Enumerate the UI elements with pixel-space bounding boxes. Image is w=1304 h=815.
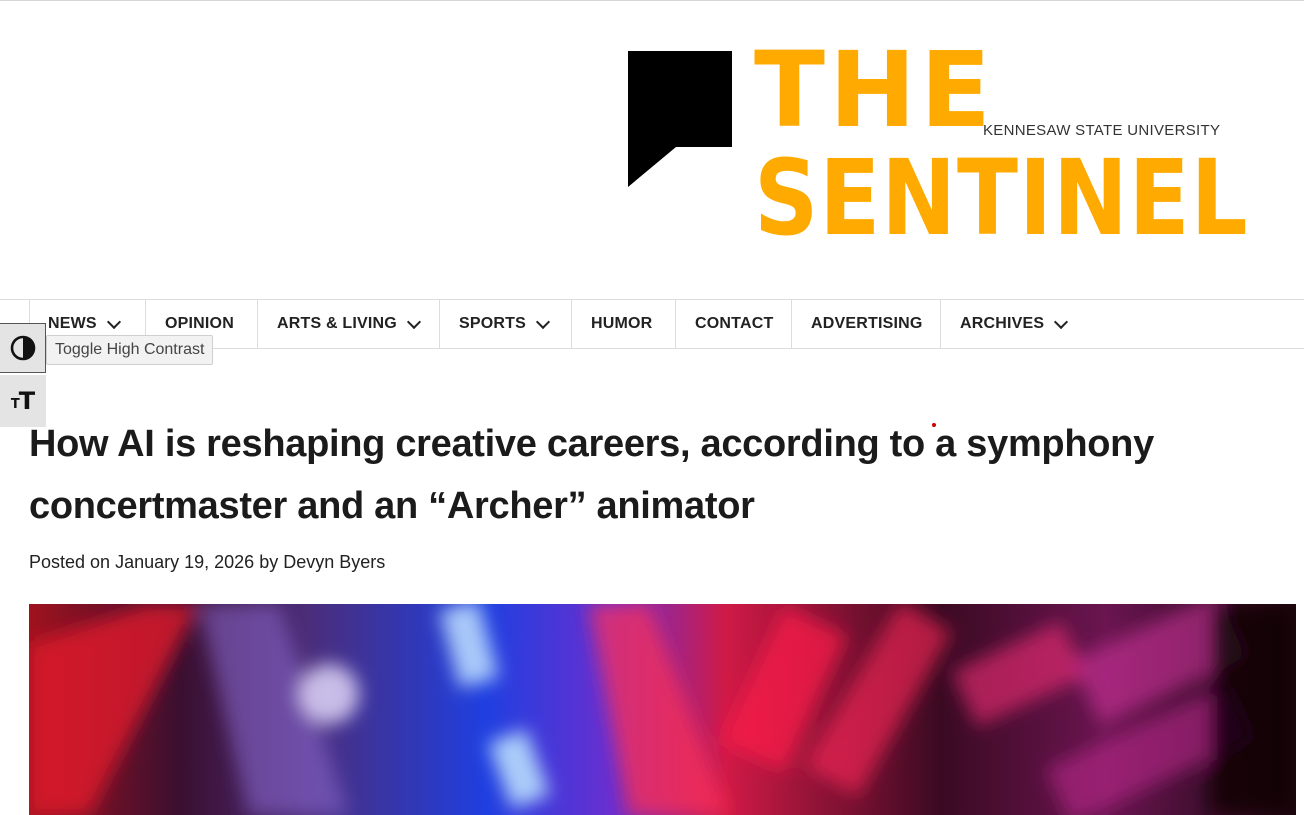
nav-item-label: SPORTS — [459, 315, 526, 332]
author-link[interactable]: Devyn Byers — [283, 552, 385, 572]
nav-item-label: ARCHIVES — [960, 315, 1045, 332]
cursor-marker — [932, 423, 936, 427]
nav-item-label: ARTS & LIVING — [277, 315, 397, 332]
nav-item-arts-living[interactable]: ARTS & LIVING — [258, 300, 440, 348]
high-contrast-tooltip: Toggle High Contrast — [46, 335, 214, 365]
speech-bubble-icon — [628, 51, 732, 187]
logo-word-the: THE — [754, 29, 996, 151]
page: THE KENNESAW STATE UNIVERSITY SENTINEL N… — [0, 0, 1304, 815]
nav-item-archives[interactable]: ARCHIVES — [941, 300, 1091, 348]
chevron-down-icon — [535, 314, 551, 329]
nav-item-label: NEWS — [48, 315, 97, 332]
nav-item-advertising[interactable]: ADVERTISING — [792, 300, 941, 348]
logo-word-sentinel: SENTINEL — [754, 137, 1249, 259]
article-date-link[interactable]: January 19, 2026 — [115, 552, 254, 572]
featured-image — [29, 604, 1296, 815]
nav-item-label: HUMOR — [591, 315, 653, 332]
article-byline: Posted on January 19, 2026 by Devyn Byer… — [29, 552, 385, 573]
chevron-down-icon — [406, 314, 422, 329]
contrast-icon — [10, 335, 35, 361]
nav-item-label: CONTACT — [695, 315, 774, 332]
top-divider — [0, 0, 1304, 1]
nav-item-sports[interactable]: SPORTS — [440, 300, 572, 348]
byline-by: by — [259, 552, 279, 572]
chevron-down-icon — [1054, 314, 1069, 329]
article-title: How AI is reshaping creative careers, ac… — [29, 423, 1154, 527]
site-logo[interactable]: THE KENNESAW STATE UNIVERSITY SENTINEL — [626, 38, 1286, 259]
byline-prefix: Posted on — [29, 552, 111, 572]
font-size-icon: TT — [10, 387, 36, 415]
nav-item-humor[interactable]: HUMOR — [572, 300, 676, 348]
nav-item-label: ADVERTISING — [811, 315, 923, 332]
featured-image-graphic — [29, 604, 1296, 815]
nav-item-label: OPINION — [165, 315, 234, 332]
chevron-down-icon — [106, 314, 121, 329]
high-contrast-button[interactable] — [0, 323, 46, 373]
nav-item-contact[interactable]: CONTACT — [676, 300, 792, 348]
